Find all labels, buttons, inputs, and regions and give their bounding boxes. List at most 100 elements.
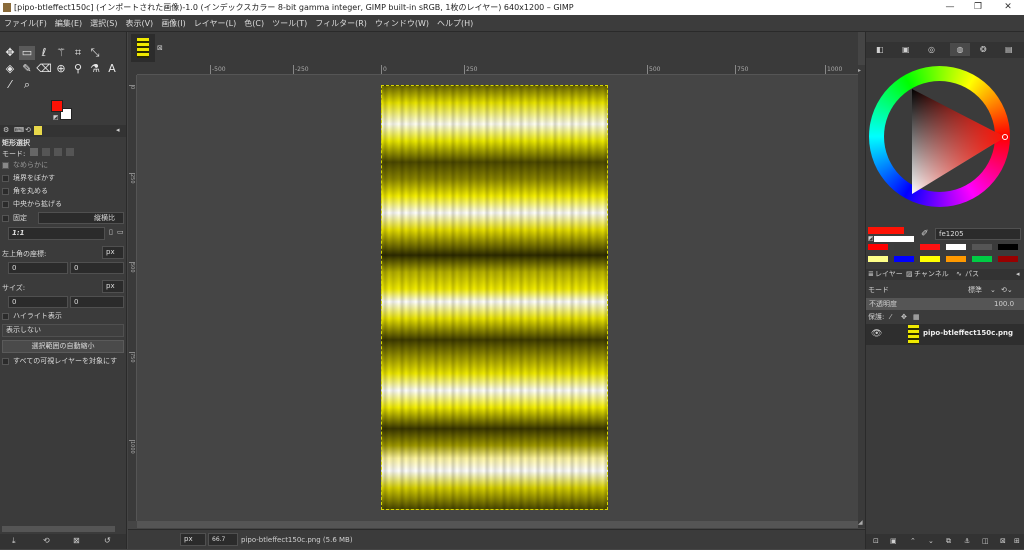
image-tab-thumbnail[interactable] <box>131 34 155 62</box>
minimize-button[interactable]: — <box>936 0 964 15</box>
dodge-tool-icon[interactable]: ⚲ <box>70 62 86 76</box>
close-button[interactable]: ✕ <box>994 0 1022 15</box>
channels-tab[interactable]: チャンネル <box>914 269 949 280</box>
eyedropper-icon[interactable]: ✐ <box>921 229 929 239</box>
visibility-eye-icon[interactable]: 👁 <box>871 329 882 339</box>
brushes-tab-icon[interactable]: ▣ <box>902 45 910 54</box>
hex-input[interactable]: fe1205 <box>935 228 1021 240</box>
anchor-layer-icon[interactable]: ⚓ <box>964 534 970 549</box>
color-picker-tool-icon[interactable]: ⁄ <box>2 78 18 92</box>
position-y-input[interactable]: 0 <box>70 262 124 274</box>
image-canvas[interactable] <box>381 85 608 510</box>
zoom-tool-icon[interactable]: ⌕ <box>19 78 35 92</box>
color-history-swatch[interactable] <box>868 256 888 262</box>
feather-row[interactable]: 境界をぼかす <box>2 172 124 184</box>
size-height-input[interactable]: 0 <box>70 296 124 308</box>
autoshrink-button[interactable]: 選択範囲の自動縮小 <box>2 340 124 353</box>
dock-menu-icon[interactable]: ◂ <box>116 126 120 134</box>
mode-subtract-icon[interactable] <box>54 148 63 156</box>
layers-dock-menu-icon[interactable]: ◂ <box>1016 269 1020 280</box>
unit-select[interactable]: px <box>180 533 206 546</box>
warp-tool-icon[interactable]: ⚗ <box>87 62 103 76</box>
lock-position-icon[interactable]: ✥ <box>901 312 907 323</box>
unified-transform-tool-icon[interactable]: ⤡ <box>87 46 103 60</box>
bucket-fill-tool-icon[interactable]: ◈ <box>2 62 18 76</box>
layers-tab[interactable]: レイヤー <box>875 269 903 280</box>
size-unit-select[interactable]: px <box>102 280 124 293</box>
fixed-select[interactable]: 縦横比 <box>38 212 124 224</box>
delete-layer-icon[interactable]: ⊠ <box>1000 534 1006 549</box>
expand-center-row[interactable]: 中央から拡げる <box>2 198 124 210</box>
fg-color-swatch[interactable] <box>868 227 904 234</box>
color-history-swatch[interactable] <box>972 244 992 250</box>
lower-layer-icon[interactable]: ⌄ <box>928 534 934 549</box>
eraser-tool-icon[interactable]: ⌫ <box>36 62 52 76</box>
new-group-icon[interactable]: ▣ <box>890 534 897 549</box>
layer-mode-select[interactable]: 標準 <box>968 284 982 296</box>
menu-view[interactable]: 表示(V) <box>121 15 157 32</box>
fuzzy-select-tool-icon[interactable]: ⚚ <box>53 46 69 60</box>
horizontal-scrollbar[interactable] <box>137 521 858 528</box>
device-status-tab-icon[interactable]: ⌨ <box>14 126 24 134</box>
crop-tool-icon[interactable]: ⌗ <box>70 46 86 60</box>
position-x-input[interactable]: 0 <box>8 262 68 274</box>
tool-options-tab-icon[interactable]: ⚙ <box>3 126 9 134</box>
navigate-icon[interactable]: ▸ <box>858 67 861 74</box>
menu-tools[interactable]: ツール(T) <box>268 15 311 32</box>
fixed-checkbox[interactable] <box>2 214 9 222</box>
move-tool-icon[interactable]: ✥ <box>2 46 18 60</box>
antialias-row[interactable]: なめらかに <box>2 159 124 171</box>
landscape-icon[interactable]: ▭ <box>117 228 124 236</box>
restore-options-icon[interactable]: ⟲ <box>43 536 50 545</box>
opacity-slider[interactable]: 不透明度 100.0 <box>866 298 1024 310</box>
foreground-color-swatch-top[interactable] <box>51 100 63 112</box>
lock-alpha-icon[interactable]: ▦ <box>913 312 920 323</box>
menu-filters[interactable]: フィルター(R) <box>311 15 371 32</box>
paintbrush-tool-icon[interactable]: ✎ <box>19 62 35 76</box>
feather-checkbox[interactable] <box>2 174 9 182</box>
text-tool-icon[interactable]: A <box>104 62 120 76</box>
duplicate-layer-icon[interactable]: ⧉ <box>946 534 951 549</box>
rounded-row[interactable]: 角を丸める <box>2 185 124 197</box>
gradients-tab-icon[interactable]: ❂ <box>980 45 987 54</box>
guides-select[interactable]: 表示しない <box>2 324 124 337</box>
visible-layers-row[interactable]: すべての可視レイヤーを対象にす <box>2 355 124 367</box>
layer-mode-dropdown-icon[interactable]: ⌄ <box>990 284 996 296</box>
menu-file[interactable]: ファイル(F) <box>0 15 51 32</box>
color-history-swatch[interactable] <box>998 244 1018 250</box>
visible-layers-checkbox[interactable] <box>2 357 9 365</box>
size-width-input[interactable]: 0 <box>8 296 68 308</box>
resize-corner-icon[interactable]: ◢ <box>858 519 863 526</box>
highlight-row[interactable]: ハイライト表示 <box>2 310 124 322</box>
new-layer-icon[interactable]: ⊡ <box>873 534 879 549</box>
swap-colors-icon[interactable]: ◩ <box>868 235 874 242</box>
menu-select[interactable]: 選択(S) <box>86 15 121 32</box>
reset-options-icon[interactable]: ↺ <box>104 536 111 545</box>
color-history-swatch[interactable] <box>920 244 940 250</box>
fg-bg-tab-icon[interactable]: ◧ <box>876 45 884 54</box>
menu-image[interactable]: 画像(I) <box>157 15 190 32</box>
mode-replace-icon[interactable] <box>29 148 38 156</box>
color-history-swatch[interactable] <box>920 256 940 262</box>
layer-mode-reset-icon[interactable]: ⟲⌄ <box>1001 284 1013 296</box>
mode-add-icon[interactable] <box>41 148 50 156</box>
maximize-button[interactable]: ❐ <box>964 0 992 15</box>
menu-help[interactable]: ヘルプ(H) <box>433 15 477 32</box>
save-options-icon[interactable]: ⤓ <box>12 536 16 546</box>
expand-center-checkbox[interactable] <box>2 200 9 208</box>
left-dock-scrollbar[interactable] <box>2 526 115 532</box>
patterns-tab-icon[interactable]: ◎ <box>928 45 935 54</box>
undo-history-tab-icon[interactable]: ⟲ <box>25 126 31 134</box>
color-history-swatch[interactable] <box>998 256 1018 262</box>
default-colors-icon[interactable]: ◩ <box>53 114 59 121</box>
layers-tab-icon[interactable]: ≣ <box>868 269 874 280</box>
highlight-checkbox[interactable] <box>2 312 9 320</box>
paths-tab-icon[interactable]: ∿ <box>956 269 962 280</box>
menu-edit[interactable]: 編集(E) <box>51 15 86 32</box>
color-history-swatch[interactable] <box>868 244 888 250</box>
lasso-tool-icon[interactable]: ℓ <box>36 46 52 60</box>
canvas-area[interactable] <box>137 75 858 521</box>
vertical-scrollbar[interactable]: ▸ ◢ <box>858 65 865 528</box>
ratio-input[interactable]: 1:1 <box>8 227 105 240</box>
mode-intersect-icon[interactable] <box>66 148 75 156</box>
